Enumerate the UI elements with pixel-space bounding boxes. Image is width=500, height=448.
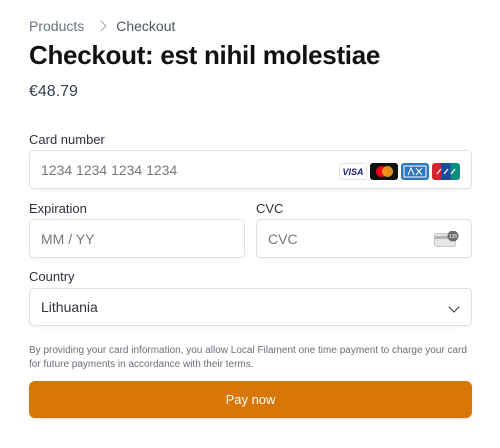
unionpay-icon — [432, 163, 460, 180]
country-label: Country — [29, 269, 75, 284]
breadcrumb: Products Checkout — [29, 18, 175, 34]
cvc-icon-text: 135 — [449, 234, 458, 240]
card-brand-icons: VISA — [339, 163, 460, 180]
card-number-placeholder: 1234 1234 1234 1234 — [41, 161, 178, 178]
country-select[interactable]: Lithuania — [29, 288, 472, 326]
breadcrumb-checkout: Checkout — [116, 18, 176, 34]
page-title: Checkout: est nihil molestiae — [29, 40, 381, 70]
mastercard-icon — [370, 163, 398, 180]
expiration-input[interactable]: MM / YY — [29, 219, 245, 258]
card-number-input[interactable]: 1234 1234 1234 1234 VISA — [29, 150, 472, 189]
expiration-placeholder: MM / YY — [41, 230, 95, 247]
chevron-right-icon — [95, 20, 107, 32]
card-number-label: Card number — [29, 132, 105, 147]
cvc-input[interactable]: CVC 135 — [256, 219, 472, 258]
visa-icon: VISA — [339, 163, 367, 180]
pay-now-button[interactable]: Pay now — [29, 381, 472, 418]
cvc-card-icon: 135 — [434, 231, 459, 247]
cvc-label: CVC — [256, 201, 284, 216]
chevron-down-icon — [448, 301, 460, 313]
amex-icon — [401, 163, 429, 180]
cvc-placeholder: CVC — [268, 230, 298, 247]
country-value: Lithuania — [41, 299, 98, 315]
breadcrumb-products-link[interactable]: Products — [29, 18, 84, 34]
expiration-label: Expiration — [29, 201, 87, 216]
price: €48.79 — [29, 83, 78, 100]
terms-text: By providing your card information, you … — [29, 345, 467, 370]
